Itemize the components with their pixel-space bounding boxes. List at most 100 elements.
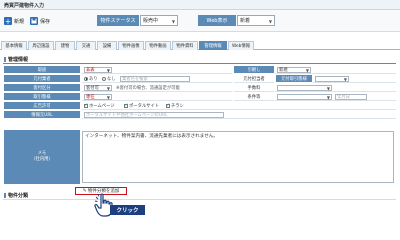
form-row-client: 客付区分 客付可 ▼ ※客付可の場合、流通設定が可能 手数料 ▼ <box>4 84 396 92</box>
tab-surroundings[interactable]: 周辺施設 <box>28 41 54 50</box>
field-label: 引継し <box>234 66 274 74</box>
window-title: 売買戸建物件入力 <box>4 3 45 9</box>
tab-videos[interactable]: 物件動画 <box>145 41 171 50</box>
chevron-down-icon: ▼ <box>305 68 309 73</box>
chevron-down-icon: ▼ <box>106 86 110 91</box>
date-input[interactable]: 年月日 <box>335 94 367 100</box>
classification-title: 物件分類 <box>4 192 28 199</box>
tab-images[interactable]: 物件画像 <box>118 41 144 50</box>
tab-documents[interactable]: 物件資料 <box>172 41 198 50</box>
field-label: 情報元URL <box>4 111 80 119</box>
form-row-source-url: 情報元URL ポータルサイトや他社ホームページのURL <box>4 111 396 119</box>
field-cell: 新規 ▼ <box>275 66 396 74</box>
section-title: 管理情報 <box>4 56 28 63</box>
field-cell: 客付可 ▼ ※客付可の場合、流通設定が可能 <box>82 84 232 92</box>
checkbox-portal[interactable]: ポータルサイト <box>124 103 159 109</box>
field-label: 客付区分 <box>4 84 80 92</box>
save-button[interactable]: 保存 <box>30 16 50 26</box>
tab-basic-info[interactable]: 基本情報 <box>1 41 27 50</box>
chevron-down-icon: ▼ <box>171 19 175 24</box>
toolbar: ＋ 新規 保存 物件ステータス 販売中 ▼ Web表示 新着 ▼ <box>0 10 400 32</box>
floppy-disk-icon <box>30 17 38 25</box>
plus-icon: ＋ <box>4 17 12 26</box>
chevron-down-icon: ▼ <box>106 95 110 100</box>
field-label: 元付担当者 <box>234 75 274 83</box>
chevron-down-icon: ▼ <box>106 68 110 73</box>
radio-label: なし <box>107 77 116 82</box>
handover-select[interactable]: 新規 ▼ <box>277 67 311 73</box>
field-label: 条件等 <box>234 93 274 101</box>
field-cell: ▼ <box>275 84 396 92</box>
section-divider <box>3 63 396 64</box>
client-select-value: 客付可 <box>86 86 99 91</box>
field-cell: ホームページ ポータルサイト チラシ <box>82 102 396 110</box>
check-icon <box>84 103 88 108</box>
field-cell: ▼ 年月日 <box>275 93 396 101</box>
check-icon <box>166 103 170 108</box>
form-row-agent: 元付業者 あり なし 業者名を検索 元付担当者 元付取引態様 ▼ <box>4 75 396 83</box>
checkbox-label: ポータルサイト <box>129 104 160 109</box>
radio-icon <box>84 76 88 81</box>
memo-textarea[interactable]: インターネット、物件案内書、流通先業者には表示されません。 <box>82 131 394 183</box>
click-callout: クリック <box>110 205 145 215</box>
radio-icon <box>102 76 106 81</box>
form-row-deal: 取引態様 専任 ▼ 条件等 ▼ 年月日 <box>4 93 396 101</box>
field-cell: ポータルサイトや他社ホームページのURL <box>82 111 396 119</box>
status-select-value: 販売中 <box>143 18 159 24</box>
deal-select[interactable]: 専任 ▼ <box>84 94 112 100</box>
chevron-down-icon: ▼ <box>326 95 330 100</box>
agent-deal-select[interactable]: ▼ <box>315 76 349 82</box>
web-display-select[interactable]: 新着 ▼ <box>237 15 275 26</box>
checkbox-flyer[interactable]: チラシ <box>166 103 184 109</box>
memo-label: メモ （社内用） <box>4 130 80 184</box>
form-row-ad-permission: 広告許可 ホームページ ポータルサイト チラシ <box>4 102 396 110</box>
checkbox-label: ホームページ <box>89 104 115 109</box>
radio-label: あり <box>89 77 98 82</box>
chevron-down-icon: ▼ <box>326 86 330 91</box>
form-row-handling: 取扱 非表 ▼ 引継し 新規 ▼ <box>4 66 396 74</box>
fee-select[interactable]: ▼ <box>277 85 332 91</box>
status-select[interactable]: 販売中 ▼ <box>140 15 178 26</box>
tab-web-info[interactable]: Web情報 <box>228 41 254 50</box>
field-label: 取引態様 <box>4 93 80 101</box>
field-label: 手数料 <box>234 84 274 92</box>
title-bar: 売買戸建物件入力 <box>0 0 400 10</box>
new-button[interactable]: ＋ 新規 <box>4 16 24 26</box>
handover-select-value: 新規 <box>279 68 288 73</box>
tab-equipment[interactable]: 設備 <box>97 41 117 50</box>
field-label: 取扱 <box>4 66 80 74</box>
radio-exists[interactable]: あり <box>84 76 98 82</box>
chevron-down-icon: ▼ <box>343 77 347 82</box>
field-label: 広告許可 <box>4 102 80 110</box>
web-display-label: Web表示 <box>198 15 236 26</box>
deal-select-value: 専任 <box>86 95 95 100</box>
tab-management[interactable]: 管理情報 <box>199 41 227 50</box>
tab-bar: 基本情報 周辺施設 建物 交通 設備 物件画像 物件動画 物件資料 管理情報 W… <box>0 40 400 50</box>
field-label: 元付業者 <box>4 75 80 83</box>
field-label: 元付取引態様 <box>276 75 312 83</box>
handling-select[interactable]: 非表 ▼ <box>84 67 112 73</box>
client-note: ※客付可の場合、流通設定が可能 <box>116 86 180 91</box>
web-display-select-value: 新着 <box>240 18 251 24</box>
classification-divider <box>3 199 396 200</box>
condition-select[interactable]: ▼ <box>277 94 332 100</box>
new-button-label: 新規 <box>14 18 25 25</box>
source-url-input[interactable]: ポータルサイトや他社ホームページのURL <box>84 112 224 118</box>
field-cell: 非表 ▼ <box>82 66 232 74</box>
save-button-label: 保存 <box>40 18 51 25</box>
field-cell: 専任 ▼ <box>82 93 232 101</box>
field-cell: ▼ <box>313 75 396 83</box>
edit-icon: ✎ <box>82 188 87 194</box>
handling-select-value: 非表 <box>86 68 95 73</box>
radio-none[interactable]: なし <box>102 76 116 82</box>
field-cell: あり なし 業者名を検索 <box>82 75 232 83</box>
tab-transport[interactable]: 交通 <box>76 41 96 50</box>
checkbox-label: チラシ <box>171 104 184 109</box>
memo-label-line2: （社内用） <box>31 157 53 162</box>
chevron-down-icon: ▼ <box>268 19 272 24</box>
check-icon <box>124 103 128 108</box>
agent-search-input[interactable]: 業者名を検索 <box>120 76 190 82</box>
client-select[interactable]: 客付可 ▼ <box>84 85 112 91</box>
tab-building[interactable]: 建物 <box>55 41 75 50</box>
checkbox-homepage[interactable]: ホームページ <box>84 103 115 109</box>
